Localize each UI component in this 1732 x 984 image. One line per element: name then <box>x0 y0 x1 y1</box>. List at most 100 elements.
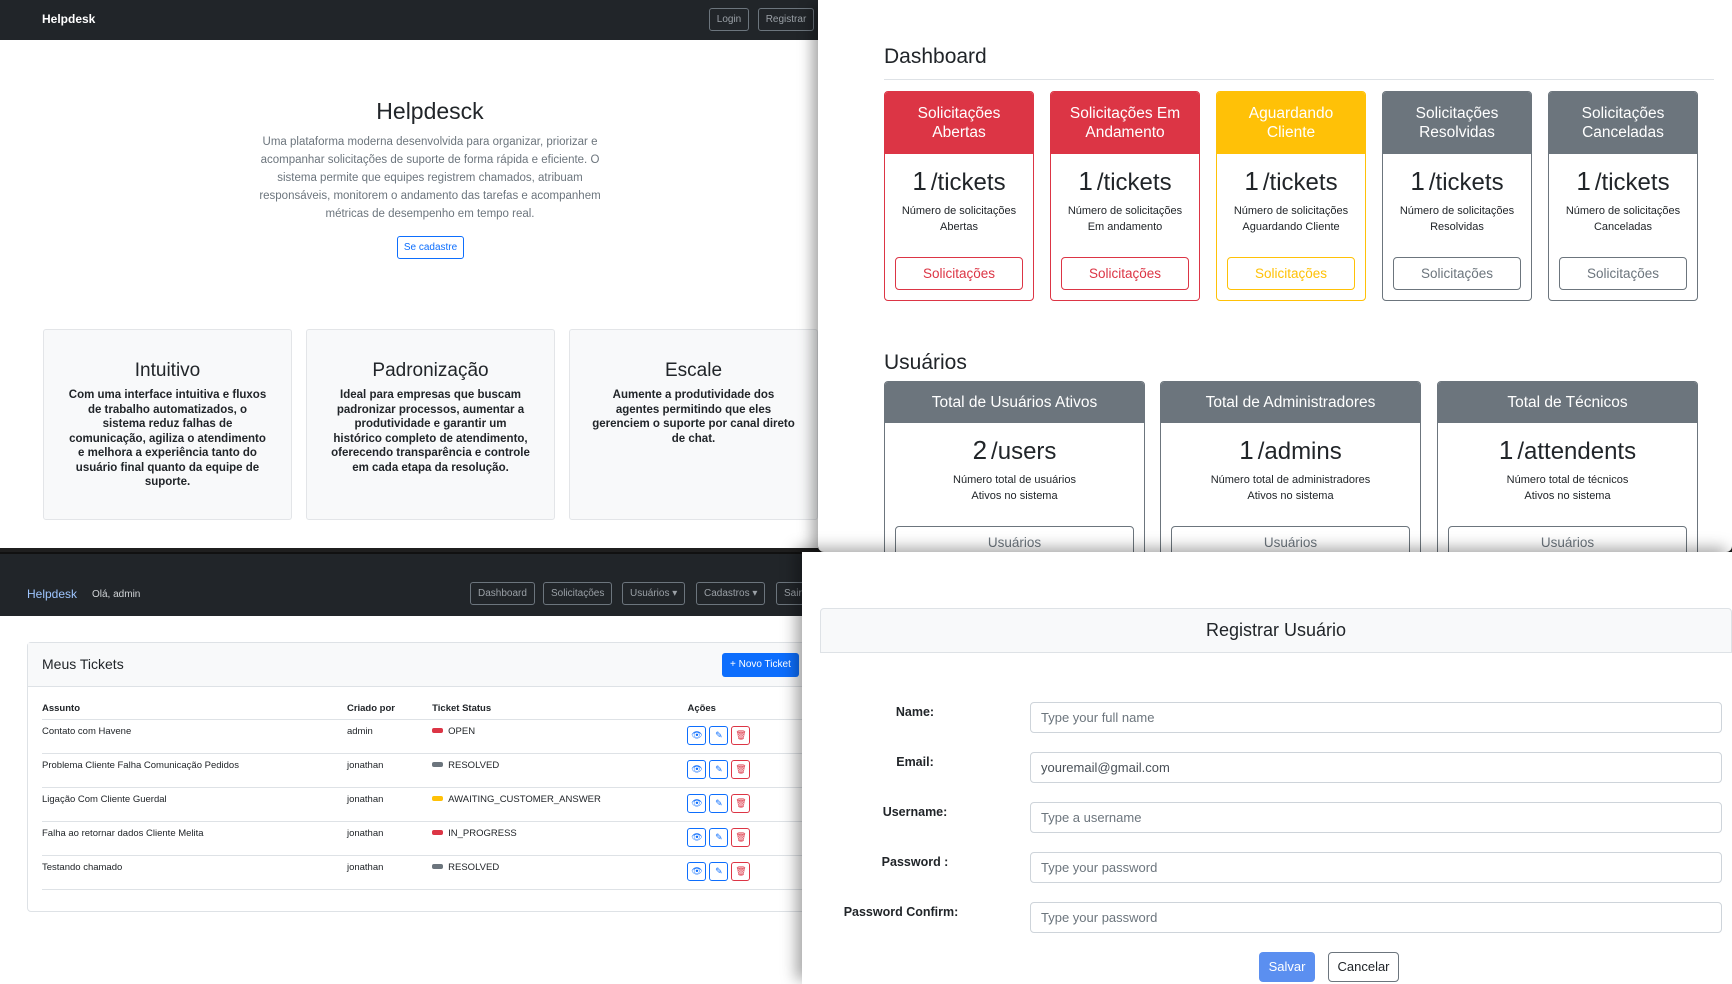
name-field[interactable] <box>1030 702 1722 733</box>
feature-text: Com uma interface intuitiva e fluxos de … <box>68 389 267 488</box>
card-header: Aguardando Cliente <box>1217 92 1365 154</box>
card-header: Solicitações Abertas <box>885 92 1033 154</box>
ticket-status: IN_PROGRESS <box>432 821 688 856</box>
field-label: Email: <box>896 755 934 769</box>
hero-title: Helpdesck <box>376 98 484 124</box>
card-header: Meus Tickets + Novo Ticket <box>28 643 806 687</box>
view-icon[interactable]: 👁 <box>687 793 707 813</box>
ticket-created-by: jonathan <box>346 855 433 890</box>
requests-button[interactable]: Solicitações <box>1061 257 1189 290</box>
ticket-status: AWAITING_CUSTOMER_ANSWER <box>432 787 688 822</box>
card-awaiting-customer-tickets: Aguardando Cliente 1/tickets Número de s… <box>1216 91 1366 301</box>
ticket-subject: Falha ao retornar dados Cliente Melita <box>42 821 347 856</box>
nav-solicitacoes[interactable]: Solicitações <box>543 582 613 605</box>
trash-icon[interactable]: 🗑 <box>731 827 751 847</box>
status-text: RESOLVED <box>448 861 500 873</box>
ticket-actions: 👁 ✎ 🗑 <box>687 753 806 788</box>
view-icon[interactable]: 👁 <box>687 725 707 745</box>
edit-icon[interactable]: ✎ <box>709 725 729 745</box>
user-greeting: Olá, admin <box>92 589 141 600</box>
nav-dashboard[interactable]: Dashboard <box>470 582 535 605</box>
card-count: 1/tickets <box>1410 166 1504 196</box>
trash-icon[interactable]: 🗑 <box>731 793 751 813</box>
status-badge <box>432 796 444 802</box>
card-resolved-tickets: Solicitações Resolvidas 1/tickets Número… <box>1382 91 1532 301</box>
nav-usuarios-dropdown[interactable]: Usuários ▾ <box>622 582 686 605</box>
status-text: RESOLVED <box>448 759 500 771</box>
ticket-actions: 👁 ✎ 🗑 <box>687 855 806 890</box>
edit-icon[interactable]: ✎ <box>709 861 729 881</box>
trash-icon[interactable]: 🗑 <box>731 861 751 881</box>
field-label: Password Confirm: <box>843 905 959 919</box>
requests-button[interactable]: Solicitações <box>895 257 1023 290</box>
password-field[interactable] <box>1030 852 1722 883</box>
brand-link[interactable]: Helpdesk <box>42 12 95 26</box>
card-description: Número total de usuários Ativos no sistem… <box>953 474 1076 502</box>
status-text: AWAITING_CUSTOMER_ANSWER <box>448 793 601 805</box>
requests-button[interactable]: Solicitações <box>1227 257 1355 290</box>
password-confirm-field[interactable] <box>1030 902 1722 933</box>
new-ticket-button[interactable]: + Novo Ticket <box>722 653 799 677</box>
column-header: Ticket Status <box>432 699 688 720</box>
view-icon[interactable]: 👁 <box>687 861 707 881</box>
card-count: 1/admins <box>1239 435 1342 465</box>
edit-icon[interactable]: ✎ <box>709 759 729 779</box>
landing-panel: Helpdesk Login Registrar Helpdesck Uma p… <box>0 0 818 548</box>
card-description: Número de solicitações Abertas <box>901 205 1017 233</box>
edit-icon[interactable]: ✎ <box>709 827 729 847</box>
feature-text: Ideal para empresas que buscam padroniza… <box>331 389 530 474</box>
brand-link[interactable]: Helpdesk <box>27 587 77 601</box>
app-navbar: Helpdesk Olá, admin Dashboard Solicitaçõ… <box>0 554 802 616</box>
view-icon[interactable]: 👁 <box>687 759 707 779</box>
feature-title: Escale <box>664 360 723 381</box>
register-title: Registrar Usuário <box>820 608 1732 653</box>
column-header: Criado por <box>346 699 433 720</box>
ticket-actions: 👁 ✎ 🗑 <box>687 719 806 754</box>
card-description: Número de solicitações Resolvidas <box>1399 205 1515 233</box>
email-field[interactable] <box>1030 752 1722 783</box>
users-button[interactable]: Usuários <box>895 526 1134 552</box>
username-field[interactable] <box>1030 802 1722 833</box>
cancel-button[interactable]: Cancelar <box>1328 952 1399 982</box>
column-header: Ações <box>687 699 806 720</box>
users-button[interactable]: Usuários <box>1171 526 1410 552</box>
table-row: Ligação Com Cliente Guerdal jonathan AWAIT… <box>42 787 806 822</box>
card-header: Solicitações Resolvidas <box>1383 92 1531 154</box>
feature-title: Intuitivo <box>134 360 201 381</box>
ticket-created-by: admin <box>346 719 433 754</box>
feature-card-intuitive: Intuitivo Com uma interface intuitiva e … <box>43 329 292 520</box>
save-button[interactable]: Salvar <box>1259 952 1315 982</box>
table-row: Contato com Havene admin OPEN 👁 ✎ 🗑 <box>42 719 806 754</box>
register-button[interactable]: Registrar <box>758 8 814 31</box>
card-active-users: Total de Usuários Ativos 2/users Número … <box>884 381 1145 552</box>
requests-button[interactable]: Solicitações <box>1559 257 1687 290</box>
view-icon[interactable]: 👁 <box>687 827 707 847</box>
nav-sair[interactable]: Sair <box>776 582 802 605</box>
feature-text: Aumente a produtividade dos agentes perm… <box>592 389 795 445</box>
feature-card-scale: Escale Aumente a produtividade dos agent… <box>569 329 818 520</box>
users-button[interactable]: Usuários <box>1448 526 1687 552</box>
card-in-progress-tickets: Solicitações Em Andamento 1/tickets Núme… <box>1050 91 1200 301</box>
trash-icon[interactable]: 🗑 <box>731 759 751 779</box>
login-button[interactable]: Login <box>709 8 749 31</box>
ticket-created-by: jonathan <box>346 821 433 856</box>
requests-button[interactable]: Solicitações <box>1393 257 1521 290</box>
status-text: OPEN <box>448 725 476 737</box>
card-header: Solicitações Em Andamento <box>1051 92 1199 154</box>
status-badge <box>432 728 444 734</box>
ticket-actions: 👁 ✎ 🗑 <box>687 821 806 856</box>
card-count: 1/tickets <box>1078 166 1172 196</box>
card-header: Total de Administradores <box>1161 382 1420 423</box>
signup-button[interactable]: Se cadastre <box>397 236 464 259</box>
ticket-subject: Contato com Havene <box>42 719 347 754</box>
trash-icon[interactable]: 🗑 <box>731 725 751 745</box>
tickets-table: Assunto Criado por Ticket Status Ações C… <box>42 699 806 890</box>
ticket-subject: Ligação Com Cliente Guerdal <box>42 787 347 822</box>
ticket-status: RESOLVED <box>432 855 688 890</box>
card-count: 2/users <box>972 435 1057 465</box>
edit-icon[interactable]: ✎ <box>709 793 729 813</box>
card-open-tickets: Solicitações Abertas 1/tickets Número de… <box>884 91 1034 301</box>
divider <box>884 79 1714 80</box>
nav-cadastros-dropdown[interactable]: Cadastros ▾ <box>696 582 766 605</box>
card-header: Total de Usuários Ativos <box>885 382 1144 423</box>
